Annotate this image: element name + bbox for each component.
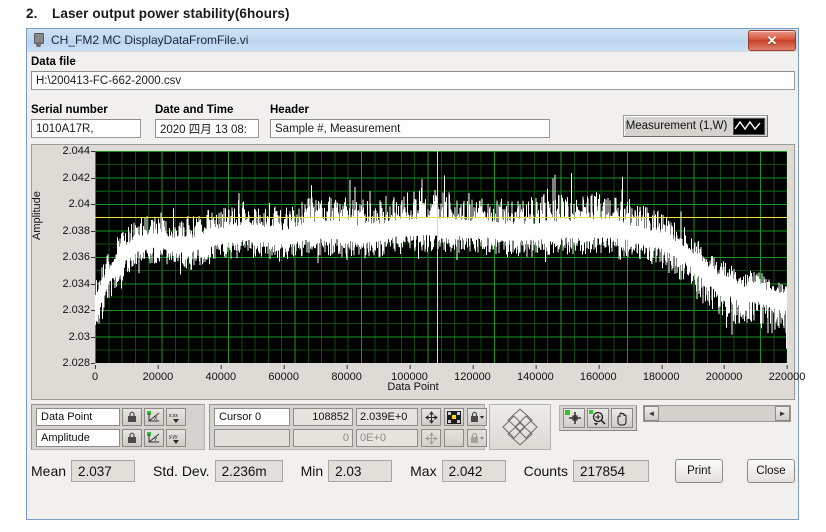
scale-row-y: Amplitude Y y.yy (36, 429, 186, 447)
close-button[interactable]: Close (747, 459, 795, 483)
cursor-lock-dropdown-2[interactable] (467, 429, 487, 447)
plot-legend[interactable]: Measurement (1,W) (623, 115, 768, 137)
date-time-label: Date and Time (155, 104, 233, 116)
horizontal-scrollbar[interactable]: ◄ ► (643, 405, 791, 422)
y-tick-label: 2.042 (62, 172, 90, 184)
y-tick-label: 2.036 (62, 251, 90, 263)
x-axis-title: Data Point (32, 381, 794, 393)
stat-label: Min (301, 463, 324, 479)
cursor-lock-dropdown[interactable] (467, 408, 487, 426)
labview-vi-icon (31, 32, 47, 48)
pan-tool-icon[interactable] (611, 408, 633, 428)
stat-std-dev: Std. Dev. 2.236m (153, 460, 283, 482)
stat-value: 2.236m (215, 460, 283, 482)
cursor-x-value-2[interactable]: 0 (293, 429, 353, 447)
print-button[interactable]: Print (675, 459, 723, 483)
scale-row-x: Data Point X x.xx (36, 408, 186, 426)
datafile-label: Data file (31, 56, 76, 68)
cursor-name-2[interactable] (214, 429, 290, 447)
cursor-crosshair-icon[interactable] (444, 408, 464, 426)
datafile-field[interactable]: H:\200413-FC-662-2000.csv (31, 71, 795, 90)
cursor-tool-icon[interactable] (563, 408, 585, 428)
waveform-graph[interactable]: Amplitude 2.0282.032.0322.0342.0362.0382… (31, 144, 795, 400)
cursor-movement-pad[interactable] (489, 404, 551, 450)
waveform-icon[interactable] (733, 118, 765, 135)
close-icon: ✕ (767, 34, 778, 47)
date-time-field[interactable]: 2020 四月 13 08: (155, 119, 259, 138)
scroll-left-icon[interactable]: ◄ (644, 406, 659, 421)
stat-label: Max (410, 463, 436, 479)
stat-counts: Counts 217854 (524, 460, 649, 482)
cursor-legend: Cursor 0 108852 2.039E+0 0 0E+0 (209, 404, 485, 450)
header-label: Header (270, 104, 309, 116)
vi-window: CH_FM2 MC DisplayDataFromFile.vi ✕ Data … (26, 28, 799, 520)
x-format-dropdown[interactable]: x.xx (166, 408, 186, 426)
svg-text:y.yy: y.yy (169, 434, 178, 440)
heading-text: Laser output power stability(6hours) (52, 6, 290, 21)
zoom-tool-icon[interactable] (587, 408, 609, 428)
y-tick-label: 2.034 (62, 278, 90, 290)
y-tick-label: 2.03 (69, 331, 90, 343)
graph-tool-palette (559, 405, 637, 431)
y-tick-label: 2.032 (62, 304, 90, 316)
window-title: CH_FM2 MC DisplayDataFromFile.vi (51, 33, 248, 47)
cursor-move-icon-2[interactable] (421, 429, 441, 447)
cursor-row-0: Cursor 0 108852 2.039E+0 (214, 408, 487, 426)
y-scale-name[interactable]: Amplitude (36, 429, 120, 447)
scroll-right-icon[interactable]: ► (775, 406, 790, 421)
serial-number-field[interactable]: 1010A17R, (31, 119, 141, 138)
vi-front-panel: Data file H:\200413-FC-662-2000.csv Seri… (27, 51, 798, 519)
scale-legend: Data Point X x.xx Amplitude Y (31, 404, 205, 450)
cursor-move-icon[interactable] (421, 408, 441, 426)
cursor-horizontal-line[interactable] (95, 217, 787, 218)
y-format-dropdown[interactable]: y.yy (166, 429, 186, 447)
y-autoscale-icon[interactable]: Y (144, 429, 164, 447)
y-tick-label: 2.04 (69, 198, 90, 210)
plot-area[interactable] (95, 151, 787, 363)
waveform-icon-svg (734, 119, 762, 132)
data-trace (95, 151, 787, 363)
stat-value: 2.037 (71, 460, 135, 482)
trace-path (95, 173, 787, 348)
plot-legend-label: Measurement (1,W) (626, 120, 728, 132)
cursor-pad-icon (498, 407, 542, 447)
stat-label: Std. Dev. (153, 463, 210, 479)
serial-number-label: Serial number (31, 104, 108, 116)
heading-number: 2. (26, 6, 52, 21)
cursor-y-value[interactable]: 2.039E+0 (356, 408, 418, 426)
stat-mean: Mean 2.037 (31, 460, 135, 482)
window-titlebar: CH_FM2 MC DisplayDataFromFile.vi ✕ (27, 29, 798, 52)
stat-label: Counts (524, 463, 568, 479)
x-axis-ticks: 0200004000060000800001000001200001400001… (95, 365, 787, 379)
x-autoscale-icon[interactable]: X (144, 408, 164, 426)
cursor-name[interactable]: Cursor 0 (214, 408, 290, 426)
y-tick-label: 2.044 (62, 145, 90, 157)
cursor-crosshair-icon-2[interactable] (444, 429, 464, 447)
y-tick-label: 2.038 (62, 225, 90, 237)
y-tick-label: 2.028 (62, 357, 90, 369)
y-axis-ticks: 2.028 2.03 2.032 2.034 2.036 2.038 2.04 2.042 2.… (32, 145, 94, 399)
stat-label: Mean (31, 463, 66, 479)
statistics-bar: Mean 2.037 Std. Dev. 2.236m Min2.03 Max 2.042 C… (31, 456, 795, 486)
stat-value: 2.042 (442, 460, 506, 482)
stat-min: Min2.03 (301, 460, 393, 482)
stat-value: 2.03 (328, 460, 392, 482)
y-scale-lock-icon[interactable] (122, 429, 142, 447)
header-field[interactable]: Sample #, Measurement (270, 119, 550, 138)
x-scale-name[interactable]: Data Point (36, 408, 120, 426)
window-close-button[interactable]: ✕ (748, 30, 796, 51)
x-scale-lock-icon[interactable] (122, 408, 142, 426)
cursor-vertical-line[interactable] (437, 151, 438, 363)
cursor-y-value-2[interactable]: 0E+0 (356, 429, 418, 447)
svg-text:x.xx: x.xx (169, 413, 178, 419)
stat-value: 217854 (573, 460, 649, 482)
stat-max: Max 2.042 (410, 460, 505, 482)
cursor-x-value[interactable]: 108852 (293, 408, 353, 426)
document-heading: 2.Laser output power stability(6hours) (26, 6, 290, 21)
cursor-row-1: 0 0E+0 (214, 429, 487, 447)
